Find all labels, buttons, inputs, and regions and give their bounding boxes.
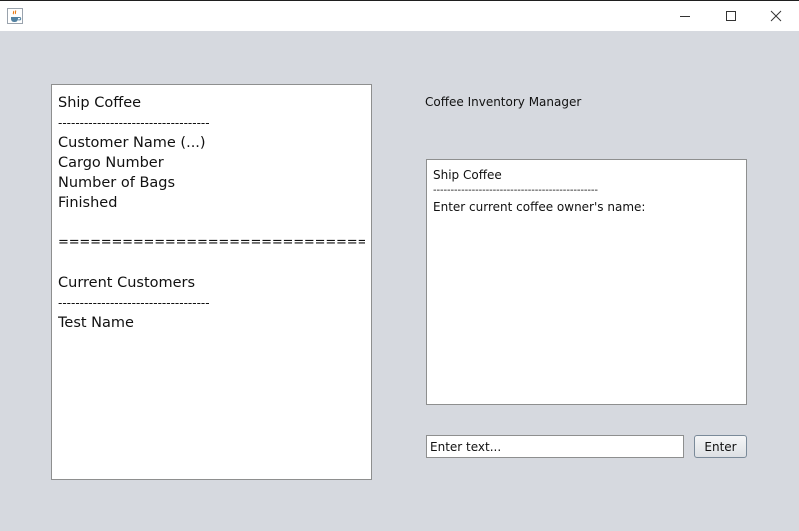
output-panel[interactable]: Ship Coffee ----------------------------… — [426, 159, 747, 405]
menu-line: Number of Bags — [58, 175, 176, 191]
close-button[interactable] — [753, 1, 799, 31]
close-icon — [770, 10, 782, 22]
menu-line: Cargo Number — [58, 155, 164, 171]
menu-separator: ================================= — [58, 235, 365, 250]
menu-line: Current Customers — [58, 275, 196, 291]
text-input[interactable] — [426, 435, 684, 458]
menu-blank-line — [58, 253, 365, 273]
menu-line: Customer Name (...) — [58, 135, 206, 151]
maximize-button[interactable] — [708, 1, 754, 31]
output-divider: ----------------------------------------… — [433, 185, 598, 196]
menu-line: Finished — [58, 195, 118, 211]
customer-name: Test Name — [58, 315, 134, 331]
menu-divider: ----------------------------------- — [58, 116, 210, 130]
menu-panel[interactable]: Ship Coffee ----------------------------… — [51, 84, 372, 480]
menu-blank-line — [58, 213, 365, 233]
menu-divider: ----------------------------------- — [58, 296, 210, 310]
enter-button[interactable]: Enter — [694, 435, 747, 458]
window-content: Ship Coffee ----------------------------… — [0, 31, 799, 531]
menu-line: Ship Coffee — [58, 95, 142, 111]
maximize-icon — [726, 11, 736, 21]
minimize-icon — [680, 16, 690, 17]
output-prompt: Enter current coffee owner's name: — [433, 200, 646, 214]
app-title: Coffee Inventory Manager — [425, 95, 582, 109]
java-cup-icon — [7, 8, 23, 24]
output-line: Ship Coffee — [433, 168, 502, 182]
title-bar — [0, 0, 799, 31]
minimize-button[interactable] — [662, 1, 708, 31]
